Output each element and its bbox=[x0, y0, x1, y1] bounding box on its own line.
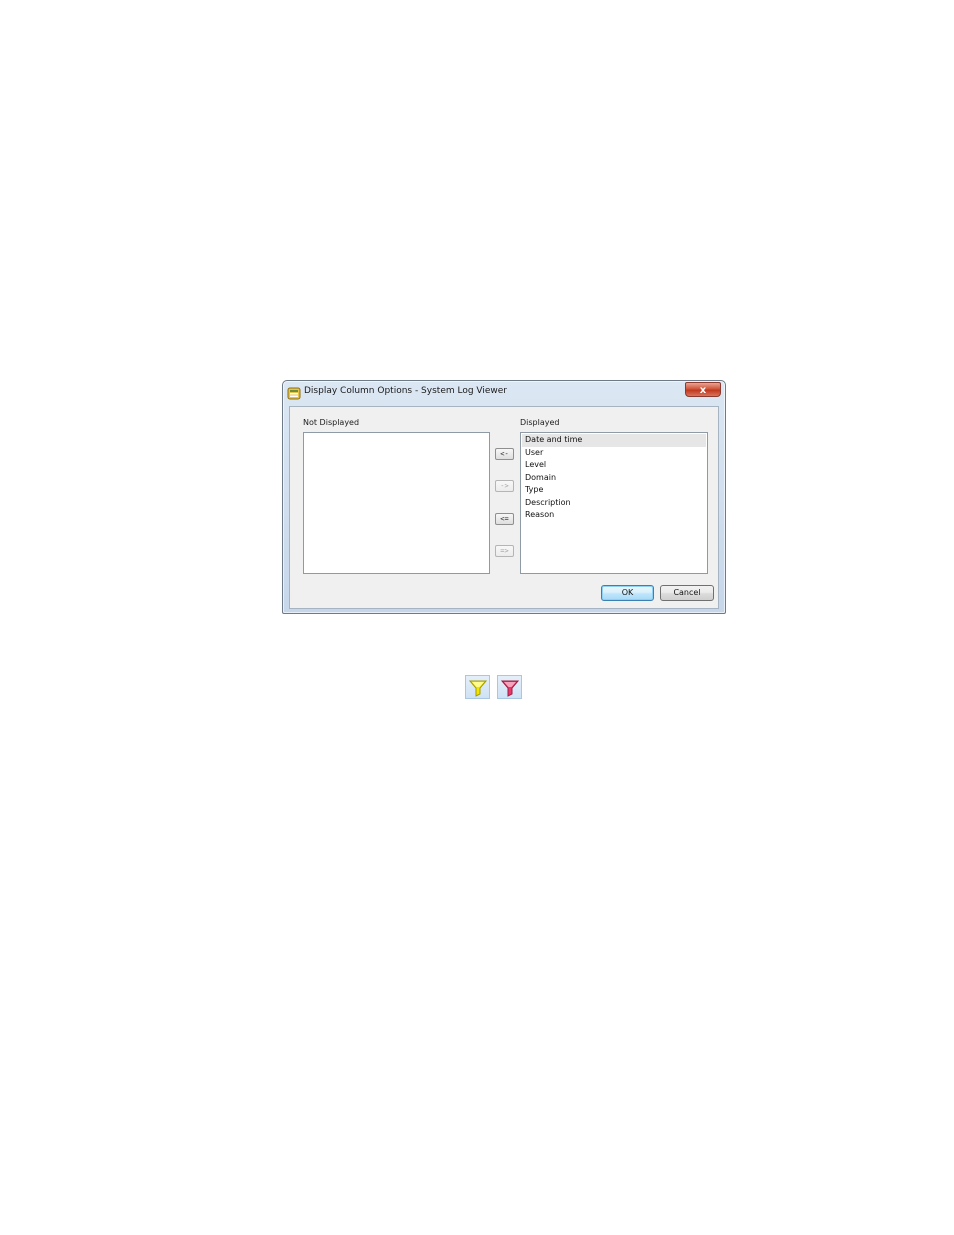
move-right-button[interactable]: -> bbox=[495, 480, 514, 492]
list-item[interactable]: Type bbox=[522, 484, 706, 497]
system-log-viewer-icon bbox=[287, 385, 301, 400]
close-button[interactable]: x bbox=[685, 382, 721, 397]
not-displayed-label: Not Displayed bbox=[303, 418, 360, 427]
list-item[interactable]: Description bbox=[522, 497, 706, 510]
displayed-label: Displayed bbox=[520, 418, 560, 427]
list-item[interactable]: Domain bbox=[522, 472, 706, 485]
move-all-left-button[interactable]: <= bbox=[495, 513, 514, 525]
dialog-title: Display Column Options - System Log View… bbox=[304, 386, 508, 396]
list-item[interactable]: Date and time bbox=[522, 434, 706, 447]
dialog-title-bar[interactable]: Display Column Options - System Log View… bbox=[283, 381, 725, 403]
ok-button[interactable]: OK bbox=[601, 585, 654, 601]
display-column-options-dialog: Display Column Options - System Log View… bbox=[282, 380, 726, 614]
move-left-button[interactable]: <- bbox=[495, 448, 514, 460]
list-item[interactable]: Level bbox=[522, 459, 706, 472]
displayed-list[interactable]: Date and time User Level Domain Type Des… bbox=[520, 432, 708, 574]
cancel-button[interactable]: Cancel bbox=[660, 585, 714, 601]
filter-apply-button[interactable] bbox=[465, 675, 490, 699]
filter-clear-button[interactable] bbox=[497, 675, 522, 699]
funnel-red-icon bbox=[501, 680, 519, 697]
not-displayed-list[interactable] bbox=[303, 432, 490, 574]
funnel-yellow-icon bbox=[469, 680, 487, 697]
list-item[interactable]: Reason bbox=[522, 509, 706, 522]
move-all-right-button[interactable]: => bbox=[495, 545, 514, 557]
dialog-client-area: Not Displayed Displayed <- -> <= => Date… bbox=[289, 406, 719, 609]
list-item[interactable]: User bbox=[522, 447, 706, 460]
